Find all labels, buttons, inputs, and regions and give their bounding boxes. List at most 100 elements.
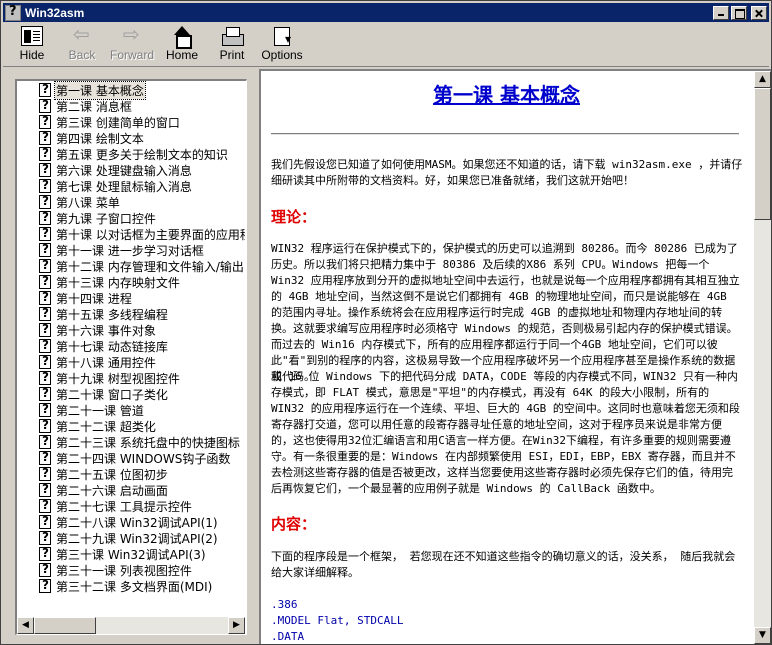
help-topic-icon [39, 290, 51, 305]
vertical-scroll-thumb[interactable] [754, 88, 771, 220]
toc-item[interactable]: 第十四课 进程 [17, 290, 245, 306]
toc-item[interactable]: 第十五课 多线程编程 [17, 306, 245, 322]
toc-item-label: 第十一课 进一步学习对话框 [56, 243, 204, 258]
vertical-scroll-track[interactable] [754, 220, 771, 627]
minimize-button[interactable] [713, 5, 729, 20]
toc-item[interactable]: 第二十九课 Win32调试API(2) [17, 530, 245, 546]
toc-item[interactable]: 第二十八课 Win32调试API(1) [17, 514, 245, 530]
hide-button[interactable]: Hide [7, 23, 57, 65]
toc-item[interactable]: 第十六课 事件对象 [17, 322, 245, 338]
toc-item[interactable]: 第三十一课 列表视图控件 [17, 562, 245, 578]
toc-item-label: 第十课 以对话框为主要界面的应用程 [56, 227, 245, 242]
toc-item[interactable]: 第十一课 进一步学习对话框 [17, 242, 245, 258]
horizontal-scroll-thumb[interactable] [34, 617, 96, 634]
help-app-icon[interactable] [5, 4, 21, 21]
options-button[interactable]: Options [257, 23, 307, 65]
hide-label: Hide [19, 48, 45, 62]
toc-item[interactable]: 第一课 基本概念 [17, 81, 245, 100]
toc-item-label: 第十九课 树型视图控件 [56, 371, 180, 386]
toc-item-label: 第十四课 进程 [56, 291, 132, 306]
theory-paragraph-2: 和 16 位 Windows 下的把代码分成 DATA，CODE 等段的内存模式… [271, 370, 740, 495]
toc-item-label: 第二十九课 Win32调试API(2) [56, 531, 218, 546]
toc-item[interactable]: 第九课 子窗口控件 [17, 210, 245, 226]
toc-item-label: 第十五课 多线程编程 [56, 307, 168, 322]
back-button[interactable]: Back [57, 22, 107, 65]
toc-item-label: 第二十四课 WINDOWS钩子函数 [56, 451, 231, 466]
code-line: .MODEL Flat, STDCALL [271, 614, 404, 627]
help-window: Win32asm Hide Back Forward Home Print Op… [0, 0, 772, 645]
toc-item-label: 第二十六课 启动画面 [56, 483, 168, 498]
divider [271, 133, 739, 135]
toc-item[interactable]: 第二十课 窗口子类化 [17, 386, 245, 402]
toc-item[interactable]: 第二课 消息框 [17, 98, 245, 114]
back-arrow-icon [71, 22, 93, 46]
help-topic-icon [39, 498, 51, 513]
help-topic-icon [39, 578, 51, 593]
toc-item[interactable]: 第十八课 通用控件 [17, 354, 245, 370]
forward-arrow-icon [121, 22, 143, 46]
toc-item[interactable]: 第十二课 内存管理和文件输入/输出 [17, 258, 245, 274]
help-topic-icon [39, 210, 51, 225]
toc-item-label: 第六课 处理键盘输入消息 [56, 163, 192, 178]
print-button[interactable]: Print [207, 23, 257, 65]
toc-item[interactable]: 第二十七课 工具提示控件 [17, 498, 245, 514]
contents-horizontal-scrollbar[interactable]: ◀ ▶ [17, 617, 245, 634]
help-topic-icon [39, 114, 51, 129]
toc-item-label: 第十八课 通用控件 [56, 355, 156, 370]
print-label: Print [219, 48, 245, 62]
home-label: Home [165, 48, 198, 62]
toc-item-label: 第二十五课 位图初步 [56, 467, 168, 482]
scroll-left-button[interactable]: ◀ [17, 617, 34, 634]
horizontal-scroll-track[interactable] [96, 617, 228, 634]
help-topic-icon [39, 386, 51, 401]
toc-item-label: 第二十三课 系统托盘中的快捷图标 [56, 435, 240, 450]
toc-item-label: 第二十课 窗口子类化 [56, 387, 168, 402]
toc-item[interactable]: 第十课 以对话框为主要界面的应用程 [17, 226, 245, 242]
toc-item[interactable]: 第十三课 内存映射文件 [17, 274, 245, 290]
home-icon [171, 26, 193, 49]
help-topic-icon [39, 354, 51, 369]
close-button[interactable] [751, 5, 767, 20]
toc-item[interactable]: 第十九课 树型视图控件 [17, 370, 245, 386]
toc-item[interactable]: 第十七课 动态链接库 [17, 338, 245, 354]
toc-item[interactable]: 第五课 更多关于绘制文本的知识 [17, 146, 245, 162]
forward-button[interactable]: Forward [107, 22, 157, 65]
help-topic-icon [39, 322, 51, 337]
toc-item[interactable]: 第二十五课 位图初步 [17, 466, 245, 482]
toc-item-label: 第三十课 Win32调试API(3) [56, 547, 206, 562]
maximize-button[interactable] [731, 5, 747, 20]
topic-list: 第一课 基本概念第二课 消息框第三课 创建简单的窗口第四课 绘制文本第五课 更多… [17, 81, 245, 594]
toc-item[interactable]: 第三十课 Win32调试API(3) [17, 546, 245, 562]
toc-item[interactable]: 第三十二课 多文档界面(MDI) [17, 578, 245, 594]
toc-item-label: 第三课 创建简单的窗口 [56, 115, 180, 130]
toc-item[interactable]: 第三课 创建简单的窗口 [17, 114, 245, 130]
toc-item[interactable]: 第四课 绘制文本 [17, 130, 245, 146]
toc-item[interactable]: 第二十六课 启动画面 [17, 482, 245, 498]
title-bar[interactable]: Win32asm [3, 3, 769, 22]
toc-item-label: 第七课 处理鼠标输入消息 [56, 179, 192, 194]
toc-item[interactable]: 第六课 处理键盘输入消息 [17, 162, 245, 178]
scroll-right-button[interactable]: ▶ [228, 617, 245, 634]
toc-item[interactable]: 第二十四课 WINDOWS钩子函数 [17, 450, 245, 466]
toc-item-label: 第十三课 内存映射文件 [56, 275, 180, 290]
scroll-up-button[interactable]: ▲ [754, 71, 771, 88]
topic-vertical-scrollbar[interactable]: ▲ ▼ [754, 71, 771, 644]
toc-item[interactable]: 第七课 处理鼠标输入消息 [17, 178, 245, 194]
toc-item-label: 第二十二课 超类化 [56, 419, 156, 434]
help-topic-icon [39, 546, 51, 561]
printer-icon [221, 26, 244, 46]
intro-paragraph: 我们先假设您已知道了如何使用MASM。如果您还不知道的话，请下载 win32as… [271, 158, 743, 187]
home-button[interactable]: Home [157, 23, 207, 65]
help-topic-icon [39, 466, 51, 481]
toc-item[interactable]: 第八课 菜单 [17, 194, 245, 210]
content-intro-paragraph: 下面的程序段是一个框架， 若您现在还不知道这些指令的确切意义的话，没关系， 随后… [271, 550, 736, 579]
scroll-down-button[interactable]: ▼ [754, 627, 771, 644]
topic-pane: 第一课 基本概念 我们先假设您已知道了如何使用MASM。如果您还不知道的话，请下… [259, 69, 771, 644]
help-topic-icon [39, 450, 51, 465]
toc-item[interactable]: 第二十一课 管道 [17, 402, 245, 418]
toc-item[interactable]: 第二十二课 超类化 [17, 418, 245, 434]
help-topic-icon [39, 178, 51, 193]
toc-item[interactable]: 第二十三课 系统托盘中的快捷图标 [17, 434, 245, 450]
toc-item-label: 第三十一课 列表视图控件 [56, 563, 192, 578]
help-topic-icon [39, 514, 51, 529]
